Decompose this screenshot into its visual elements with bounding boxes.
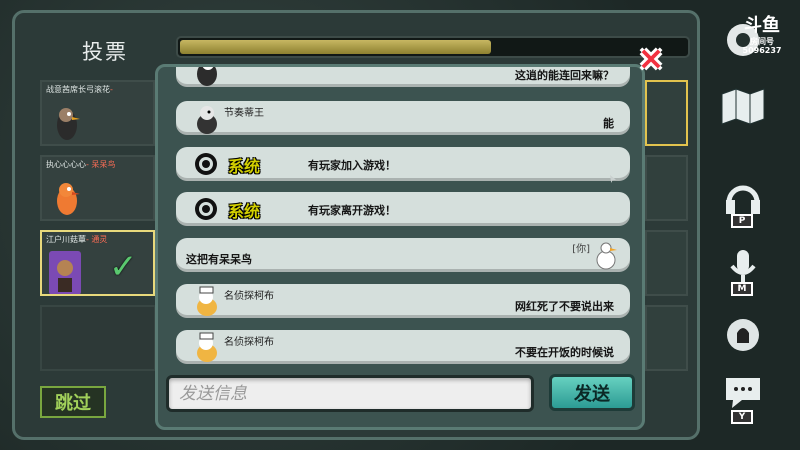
player-card[interactable]: 战意茜席长弓滚花- (40, 80, 155, 146)
player-avatar-icon (197, 106, 217, 134)
hotkey-y-label: Y (731, 410, 753, 424)
detective-avatar-icon (197, 332, 217, 362)
gear-icon (195, 198, 217, 220)
player-card-partial[interactable] (645, 80, 688, 146)
map-icon[interactable] (718, 84, 768, 130)
system-message: 系统 有玩家加入游戏！ (176, 147, 630, 183)
gear-icon (195, 153, 217, 175)
message-text: 有玩家离开游戏！ (308, 204, 396, 217)
message-text: 这把有呆呆鸟 (186, 253, 252, 266)
system-label: 系统 (228, 157, 261, 176)
chat-icon[interactable]: Y (718, 374, 768, 424)
hotkey-m-label: M (731, 282, 753, 296)
player-card-partial[interactable] (645, 155, 688, 221)
message-text: 这逍的能连回来嘛？ (515, 69, 614, 82)
chat-message: 这逍的能连回来嘛？ (176, 67, 630, 87)
player-name: 执心心心心- 呆呆鸟 (46, 160, 116, 169)
chat-input-box[interactable] (166, 375, 534, 412)
message-text: 能 (603, 117, 614, 130)
chat-message: 名侦探柯布 不要在开饭的时候说 (176, 330, 630, 364)
player-card-selected[interactable]: 江户川菇蕈- 通灵 ✓ (40, 230, 155, 296)
mouse-cursor-icon (610, 175, 616, 183)
player-name: 战意茜席长弓滚花- (46, 85, 113, 94)
skip-button[interactable]: 跳过 (40, 386, 106, 418)
player-card-partial[interactable] (645, 305, 688, 371)
chat-input[interactable] (169, 378, 531, 409)
system-message: 系统 有玩家离开游戏！ (176, 192, 630, 226)
player-card-partial[interactable] (645, 230, 688, 296)
self-chat-message: 这把有呆呆鸟 [你] (176, 238, 630, 272)
player-avatar-icon (49, 251, 81, 294)
detective-avatar-icon (197, 286, 217, 316)
vote-title: 投票 (82, 40, 128, 64)
self-tag: [你] (572, 244, 590, 255)
stream-watermark: 斗鱼 房间号 5096237 (742, 15, 782, 55)
vote-check-icon: ✓ (109, 247, 138, 287)
message-text: 网红死了不要说出来 (515, 300, 614, 313)
send-button[interactable]: 发送 (549, 374, 635, 411)
bell-icon[interactable] (718, 315, 768, 361)
player-avatar-icon (197, 67, 217, 86)
vote-timer-fill (180, 40, 492, 54)
chat-message: 名侦探柯布 网红死了不要说出来 (176, 284, 630, 318)
message-text: 有玩家加入游戏！ (308, 159, 396, 172)
player-avatar-icon (57, 183, 80, 215)
message-sender: 名侦探柯布 (224, 337, 274, 348)
chat-message: 节奏蒂王 能 (176, 101, 630, 135)
vote-timer-bar (176, 36, 690, 58)
message-sender: 名侦探柯布 (224, 291, 274, 302)
hotkey-p-label: P (731, 214, 753, 228)
microphone-icon[interactable]: M (718, 246, 768, 296)
close-icon[interactable]: × (637, 42, 665, 74)
message-sender: 节奏蒂王 (224, 108, 264, 119)
message-text: 不要在开饭的时候说 (515, 346, 614, 359)
player-name: 江户川菇蕈- 通灵 (46, 235, 108, 244)
goose-avatar-icon (596, 242, 617, 270)
system-label: 系统 (228, 202, 261, 221)
player-slot-empty (40, 305, 156, 371)
player-avatar-icon (57, 108, 80, 140)
player-card[interactable]: 执心心心心- 呆呆鸟 (40, 155, 155, 221)
headphones-icon[interactable]: P (718, 178, 768, 228)
